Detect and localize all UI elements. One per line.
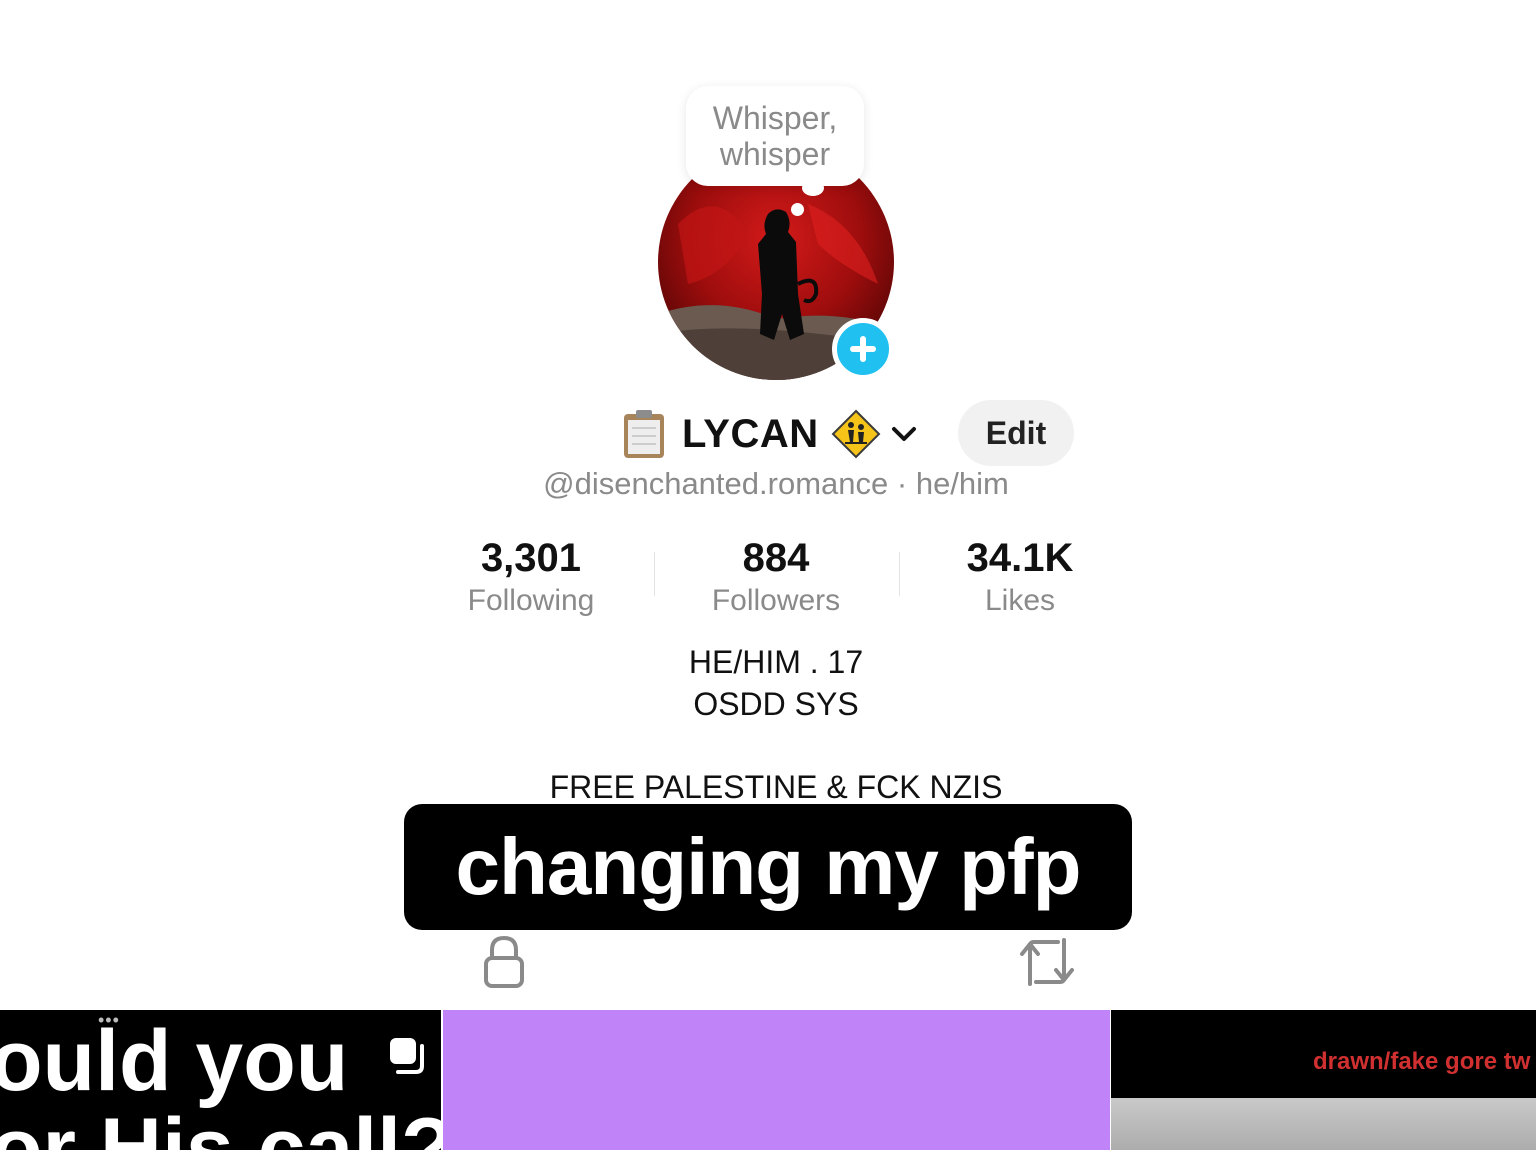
stat-following[interactable]: 3,301 Following — [411, 534, 651, 620]
children-crossing-sign-icon — [831, 409, 881, 459]
video-tile[interactable] — [443, 1010, 1110, 1150]
repost-icon[interactable] — [1018, 936, 1076, 988]
stat-likes[interactable]: 34.1K Likes — [900, 534, 1140, 620]
caption-overlay: changing my pfp — [404, 804, 1132, 930]
video-tile[interactable]: ••• ould you or His call? — [0, 1010, 441, 1150]
add-avatar-button[interactable] — [832, 318, 894, 380]
following-count: 3,301 — [480, 536, 582, 580]
handle-row: @disenchanted.romance · he/him — [0, 466, 1536, 502]
pronouns-separator: · — [896, 466, 908, 501]
stat-divider — [654, 552, 655, 596]
name-row[interactable]: LYCAN — [620, 404, 919, 464]
display-name: LYCAN — [682, 411, 819, 456]
followers-count: 884 — [742, 536, 810, 580]
lock-icon[interactable] — [480, 934, 528, 990]
stat-followers[interactable]: 884 Followers — [656, 534, 896, 620]
clipboard-icon — [624, 410, 664, 458]
bio-line-1: HE/HIM . 17 — [688, 644, 864, 680]
video-tile[interactable]: drawn/fake gore tw — [1111, 1010, 1536, 1150]
thought-bubble-line-2: whisper — [719, 136, 831, 172]
following-label: Following — [467, 584, 595, 617]
tile-photo — [1111, 1098, 1536, 1150]
tile-text-line-2: or His call? — [0, 1101, 441, 1150]
pronouns: he/him — [915, 466, 1009, 501]
edit-profile-button[interactable]: Edit — [958, 400, 1074, 466]
username-handle: @disenchanted.romance — [543, 466, 889, 501]
bio-line-3: FREE PALESTINE & FCK NZIS — [549, 769, 1003, 805]
thought-bubble-tail — [802, 180, 824, 196]
plus-icon — [850, 336, 876, 362]
profile-page: Whisper, whisper LYCAN Edit @disenchante… — [0, 0, 1536, 1150]
likes-count: 34.1K — [966, 536, 1074, 580]
thought-bubble[interactable]: Whisper, whisper — [686, 86, 864, 186]
tile-warning-text: drawn/fake gore tw — [1313, 1048, 1531, 1075]
tile-text-line-1: ould you — [0, 1013, 349, 1109]
multi-image-icon — [390, 1038, 424, 1074]
chevron-down-icon[interactable] — [889, 419, 919, 449]
likes-label: Likes — [984, 584, 1056, 617]
caption-text: changing my pfp — [455, 822, 1082, 911]
followers-label: Followers — [711, 584, 841, 617]
bio-line-2: OSDD SYS — [693, 686, 859, 722]
thought-bubble-dot — [791, 203, 804, 216]
thought-bubble-line-1: Whisper, — [712, 100, 838, 136]
